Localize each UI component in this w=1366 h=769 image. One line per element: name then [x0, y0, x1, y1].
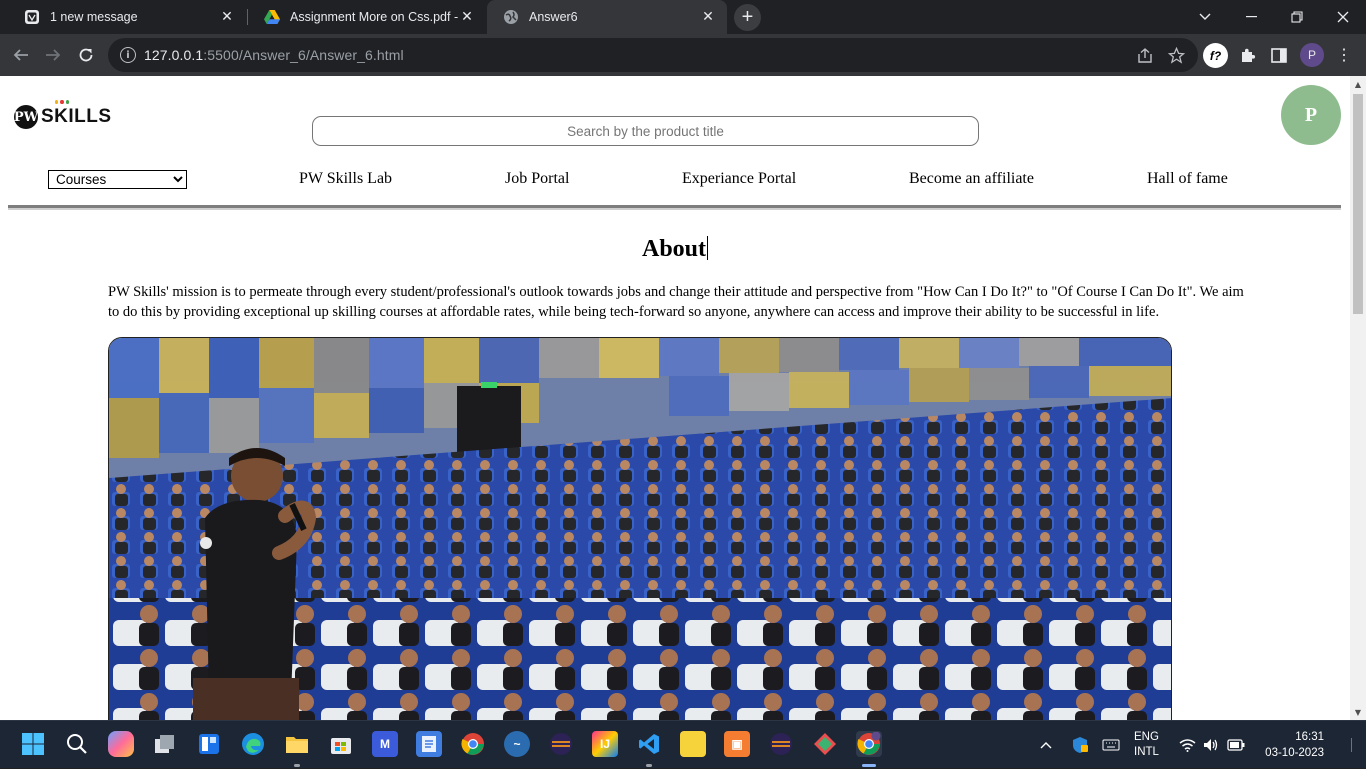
- battery-icon[interactable]: [1227, 721, 1245, 769]
- tab-messages[interactable]: 1 new message ✕: [8, 0, 246, 34]
- back-arrow-icon[interactable]: [8, 42, 34, 68]
- tab-title: Assignment More on Css.pdf - G: [290, 10, 458, 24]
- show-hidden-icons-chevron-icon[interactable]: [1040, 721, 1052, 769]
- search-icon[interactable]: [64, 731, 90, 757]
- volume-icon[interactable]: [1203, 721, 1220, 769]
- text-caret: [707, 236, 709, 260]
- edge-browser-icon[interactable]: [240, 731, 266, 757]
- eclipse-icon[interactable]: [548, 731, 574, 757]
- nav-link-experiance-portal[interactable]: Experiance Portal: [682, 170, 796, 188]
- mail-favicon: [24, 9, 40, 25]
- close-tab-icon[interactable]: ✕: [699, 8, 717, 26]
- copilot-preview-icon[interactable]: [108, 731, 134, 757]
- active-app-indicator: [862, 764, 876, 767]
- browser-toolbar: i 127.0.0.1:5500/Answer_6/Answer_6.html …: [0, 34, 1366, 76]
- tab-title: 1 new message: [50, 10, 138, 24]
- tab-search-dropdown-icon[interactable]: [1182, 0, 1228, 34]
- search-input[interactable]: Search by the product title: [312, 116, 979, 146]
- page-scrollbar[interactable]: ▲ ▼: [1350, 76, 1366, 720]
- address-bar[interactable]: i 127.0.0.1:5500/Answer_6/Answer_6.html: [108, 38, 1198, 72]
- close-window-button[interactable]: [1320, 0, 1366, 34]
- close-tab-icon[interactable]: ✕: [458, 8, 476, 26]
- nav-divider: [8, 205, 1341, 210]
- about-paragraph: PW Skills' mission is to permeate throug…: [108, 284, 1244, 320]
- dolphin-app-icon[interactable]: ~: [504, 731, 530, 757]
- notification-center-icon[interactable]: [1344, 721, 1354, 769]
- nav-link-pw-skills-lab[interactable]: PW Skills Lab: [299, 170, 392, 188]
- nav-link-become-affiliate[interactable]: Become an affiliate: [909, 170, 1034, 188]
- input-language-indicator[interactable]: ENG INTL: [1134, 721, 1159, 769]
- clock-date: 03-10-2023: [1265, 747, 1324, 759]
- close-tab-icon[interactable]: ✕: [218, 8, 236, 26]
- widgets-icon[interactable]: [196, 731, 222, 757]
- share-icon[interactable]: [1133, 43, 1157, 67]
- url-text: 127.0.0.1:5500/Answer_6/Answer_6.html: [144, 47, 404, 63]
- side-panel-icon[interactable]: [1267, 43, 1291, 67]
- extensions-puzzle-icon[interactable]: [1236, 43, 1260, 67]
- windows-taskbar: M ~ IJ ▣ ENG INTL 16:31 03-10-2023: [0, 720, 1366, 768]
- system-clock[interactable]: 16:31 03-10-2023: [1258, 721, 1324, 769]
- sticky-notes-icon[interactable]: [680, 731, 706, 757]
- tab-title: Answer6: [529, 10, 578, 24]
- kebab-menu-icon[interactable]: ⋮: [1332, 43, 1356, 67]
- page-viewport: PW SKILLS Search by the product title P …: [0, 76, 1366, 720]
- logo-wordmark: SKILLS: [41, 100, 112, 128]
- scroll-up-arrow-icon[interactable]: ▲: [1350, 76, 1366, 92]
- intellij-icon[interactable]: IJ: [592, 731, 618, 757]
- minimize-button[interactable]: [1228, 0, 1274, 34]
- task-view-icon[interactable]: [152, 731, 178, 757]
- app-icon-diamond[interactable]: [812, 731, 838, 757]
- vscode-icon[interactable]: [636, 731, 662, 757]
- pw-skills-logo[interactable]: PW SKILLS: [14, 100, 112, 129]
- notepad-icon[interactable]: [416, 731, 442, 757]
- globe-favicon: [503, 9, 519, 25]
- auditorium-photo: [108, 337, 1172, 720]
- scroll-down-arrow-icon[interactable]: ▼: [1350, 704, 1366, 720]
- clock-time: 16:31: [1295, 731, 1324, 743]
- site-info-icon[interactable]: i: [120, 47, 136, 63]
- nav-link-hall-of-fame[interactable]: Hall of fame: [1147, 170, 1228, 188]
- restore-button[interactable]: [1274, 0, 1320, 34]
- pw-logo-mark: PW: [14, 105, 38, 129]
- microsoft-store-icon[interactable]: [328, 731, 354, 757]
- chrome-icon[interactable]: [460, 731, 486, 757]
- logo-dots: [55, 100, 69, 104]
- app-icon-m[interactable]: M: [372, 731, 398, 757]
- main-navigation: Courses PW Skills Lab Job Portal Experia…: [8, 169, 1341, 195]
- eclipse-icon-2[interactable]: [768, 731, 794, 757]
- keyboard-icon[interactable]: [1102, 721, 1120, 769]
- user-avatar[interactable]: P: [1281, 85, 1341, 145]
- browser-tab-strip: 1 new message ✕ Assignment More on Css.p…: [0, 0, 1366, 34]
- reload-icon[interactable]: [73, 42, 99, 68]
- search-placeholder: Search by the product title: [567, 123, 724, 139]
- chrome-profile-icon[interactable]: [856, 731, 882, 757]
- running-indicator: [646, 764, 652, 767]
- forward-arrow-icon[interactable]: [40, 42, 66, 68]
- file-explorer-icon[interactable]: [284, 731, 310, 757]
- wifi-icon[interactable]: [1179, 721, 1196, 769]
- windows-start-icon[interactable]: [20, 731, 46, 757]
- about-heading: About: [641, 236, 709, 262]
- new-tab-button[interactable]: +: [734, 4, 761, 31]
- security-shield-icon[interactable]: [1071, 721, 1089, 769]
- courses-dropdown[interactable]: Courses: [48, 170, 187, 189]
- formula-extension-icon[interactable]: f?: [1203, 43, 1228, 68]
- bookmark-star-icon[interactable]: [1164, 43, 1188, 67]
- nav-link-job-portal[interactable]: Job Portal: [505, 170, 569, 188]
- tab-assignment-pdf[interactable]: Assignment More on Css.pdf - G ✕: [248, 0, 486, 34]
- scrollbar-thumb[interactable]: [1353, 94, 1363, 314]
- tab-answer6[interactable]: Answer6 ✕: [487, 0, 727, 34]
- google-drive-favicon: [264, 9, 280, 25]
- app-icon-orange[interactable]: ▣: [724, 731, 750, 757]
- profile-avatar-button[interactable]: P: [1300, 43, 1324, 67]
- running-indicator: [294, 764, 300, 767]
